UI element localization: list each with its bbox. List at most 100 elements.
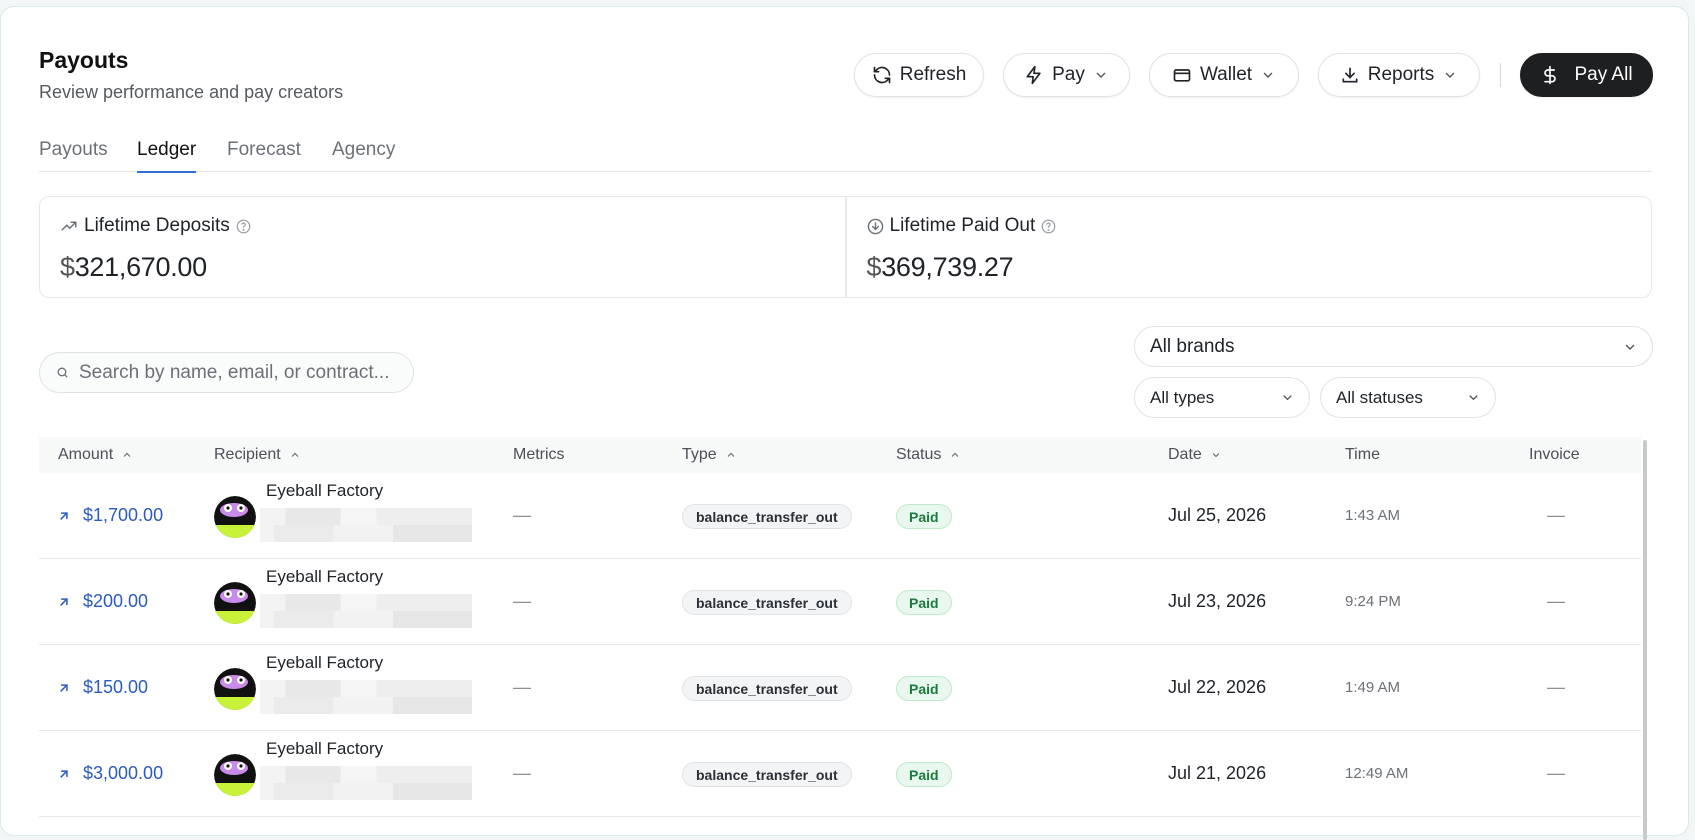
date-value: Jul 22, 2026 <box>1168 677 1267 697</box>
wallet-button[interactable]: Wallet <box>1149 53 1299 97</box>
lifetime-paid-out-value: $369,739.27 <box>867 252 1014 283</box>
column-header-status[interactable]: Status <box>896 446 961 464</box>
amount-value[interactable]: $150.00 <box>83 677 148 698</box>
page-subtitle: Review performance and pay creators <box>39 82 344 102</box>
refresh-button[interactable]: Refresh <box>854 53 984 97</box>
chevron-up-icon <box>727 452 735 457</box>
lifetime-deposits-value: $321,670.00 <box>60 252 207 283</box>
recipient-name[interactable]: Eyeball Factory <box>266 481 383 501</box>
chevron-down-icon <box>1283 395 1292 401</box>
table-scrollbar[interactable] <box>1643 440 1647 840</box>
invoice-value: — <box>1547 505 1565 525</box>
help-icon[interactable] <box>1041 219 1056 234</box>
pay-all-button[interactable]: Pay All <box>1520 53 1653 97</box>
column-header-time: Time <box>1345 446 1380 464</box>
amount-value[interactable]: $3,000.00 <box>83 763 163 784</box>
type-select-value: All types <box>1150 387 1215 407</box>
arrow-up-right-icon <box>60 769 68 778</box>
reports-label: Reports <box>1367 64 1435 85</box>
column-header-type[interactable]: Type <box>682 446 737 464</box>
lifetime-deposits-card: Lifetime Deposits $321,670.00 <box>40 197 845 297</box>
recipient-name[interactable]: Eyeball Factory <box>266 567 383 587</box>
avatar <box>214 582 256 624</box>
tab-payouts[interactable]: Payouts <box>39 139 108 172</box>
amount-value[interactable]: $1,700.00 <box>83 505 163 526</box>
lifetime-deposits-label-row: Lifetime Deposits <box>60 215 251 237</box>
refresh-label: Refresh <box>899 64 967 85</box>
date-value: Jul 21, 2026 <box>1168 763 1267 783</box>
help-icon[interactable] <box>236 219 251 234</box>
column-header-recipient[interactable]: Recipient <box>214 446 301 464</box>
chevron-down-icon <box>1212 453 1220 458</box>
search-box[interactable] <box>39 352 414 393</box>
column-label: Date <box>1168 446 1202 463</box>
column-header-metrics: Metrics <box>513 446 565 464</box>
recipient-logo <box>214 668 256 710</box>
tab-ledger[interactable]: Ledger <box>137 139 197 173</box>
status-badge: Paid <box>896 504 952 529</box>
time-value: 12:49 AM <box>1345 765 1409 782</box>
tab-agency[interactable]: Agency <box>332 139 395 172</box>
metrics-value: — <box>513 505 531 525</box>
amount-value[interactable]: $200.00 <box>83 591 148 612</box>
brand-select-value: All brands <box>1150 335 1235 357</box>
table-row[interactable]: $1,700.00 Eyeball Factory — balance_tran… <box>39 473 1641 559</box>
invoice-value: — <box>1547 591 1565 611</box>
invoice-value: — <box>1547 677 1565 697</box>
arrow-up-right-icon <box>60 511 68 520</box>
pay-button[interactable]: Pay <box>1003 53 1130 97</box>
status-badge: Paid <box>896 590 952 615</box>
wallet-icon <box>1173 69 1191 82</box>
tab-forecast[interactable]: Forecast <box>227 139 301 172</box>
column-header-amount[interactable]: Amount <box>58 446 133 464</box>
type-badge: balance_transfer_out <box>682 590 852 615</box>
pay-label: Pay <box>1052 64 1085 85</box>
table-row[interactable]: $200.00 Eyeball Factory — balance_transf… <box>39 559 1641 645</box>
pay-all-label: Pay All <box>1574 64 1633 85</box>
search-input[interactable] <box>79 361 399 384</box>
currency-symbol: $ <box>866 252 882 282</box>
type-badge: balance_transfer_out <box>682 762 852 787</box>
lightning-icon <box>1026 65 1041 85</box>
reports-button[interactable]: Reports <box>1318 53 1480 97</box>
toolbar-divider <box>1500 63 1501 87</box>
avatar <box>214 668 256 710</box>
table-row[interactable]: $3,000.00 Eyeball Factory — balance_tran… <box>39 731 1641 817</box>
type-badge: balance_transfer_out <box>682 676 852 701</box>
invoice-value: — <box>1547 763 1565 783</box>
chevron-down-icon <box>1096 72 1106 78</box>
amount-cell: $3,000.00 <box>57 763 163 784</box>
ledger-table: Amount Recipient Metrics Type Status Dat… <box>39 437 1641 817</box>
avatar <box>214 496 256 538</box>
date-value: Jul 23, 2026 <box>1168 591 1267 611</box>
refresh-icon <box>873 66 891 84</box>
tab-bar: Payouts Ledger Forecast Agency <box>39 137 1652 173</box>
page-title: Payouts <box>39 47 129 73</box>
arrow-down-circle-icon <box>867 218 883 234</box>
chevron-down-icon <box>1625 344 1635 350</box>
column-header-date[interactable]: Date <box>1168 446 1222 464</box>
status-select[interactable]: All statuses <box>1320 377 1496 418</box>
lifetime-deposits-amount: 321,670.00 <box>74 252 207 282</box>
type-select[interactable]: All types <box>1134 377 1310 418</box>
metrics-value: — <box>513 591 531 611</box>
status-badge: Paid <box>896 676 952 701</box>
time-value: 9:24 PM <box>1345 593 1401 610</box>
recipient-name[interactable]: Eyeball Factory <box>266 653 383 673</box>
column-label: Status <box>896 446 942 463</box>
recipient-name[interactable]: Eyeball Factory <box>266 739 383 759</box>
table-row[interactable]: $150.00 Eyeball Factory — balance_transf… <box>39 645 1641 731</box>
payouts-card: Payouts Review performance and pay creat… <box>0 6 1689 840</box>
avatar <box>214 754 256 796</box>
time-value: 1:49 AM <box>1345 679 1401 696</box>
chevron-up-icon <box>291 452 299 457</box>
table-body: $1,700.00 Eyeball Factory — balance_tran… <box>39 473 1641 817</box>
brand-select[interactable]: All brands <box>1134 326 1653 367</box>
amount-cell: $200.00 <box>57 591 148 612</box>
status-badge: Paid <box>896 762 952 787</box>
column-label: Invoice <box>1529 446 1580 463</box>
lifetime-paid-out-label: Lifetime Paid Out <box>889 215 1036 236</box>
lifetime-deposits-label: Lifetime Deposits <box>84 215 230 236</box>
stats-panel: Lifetime Deposits $321,670.00 Lifetime P… <box>39 196 1652 298</box>
recipient-logo <box>214 754 256 796</box>
